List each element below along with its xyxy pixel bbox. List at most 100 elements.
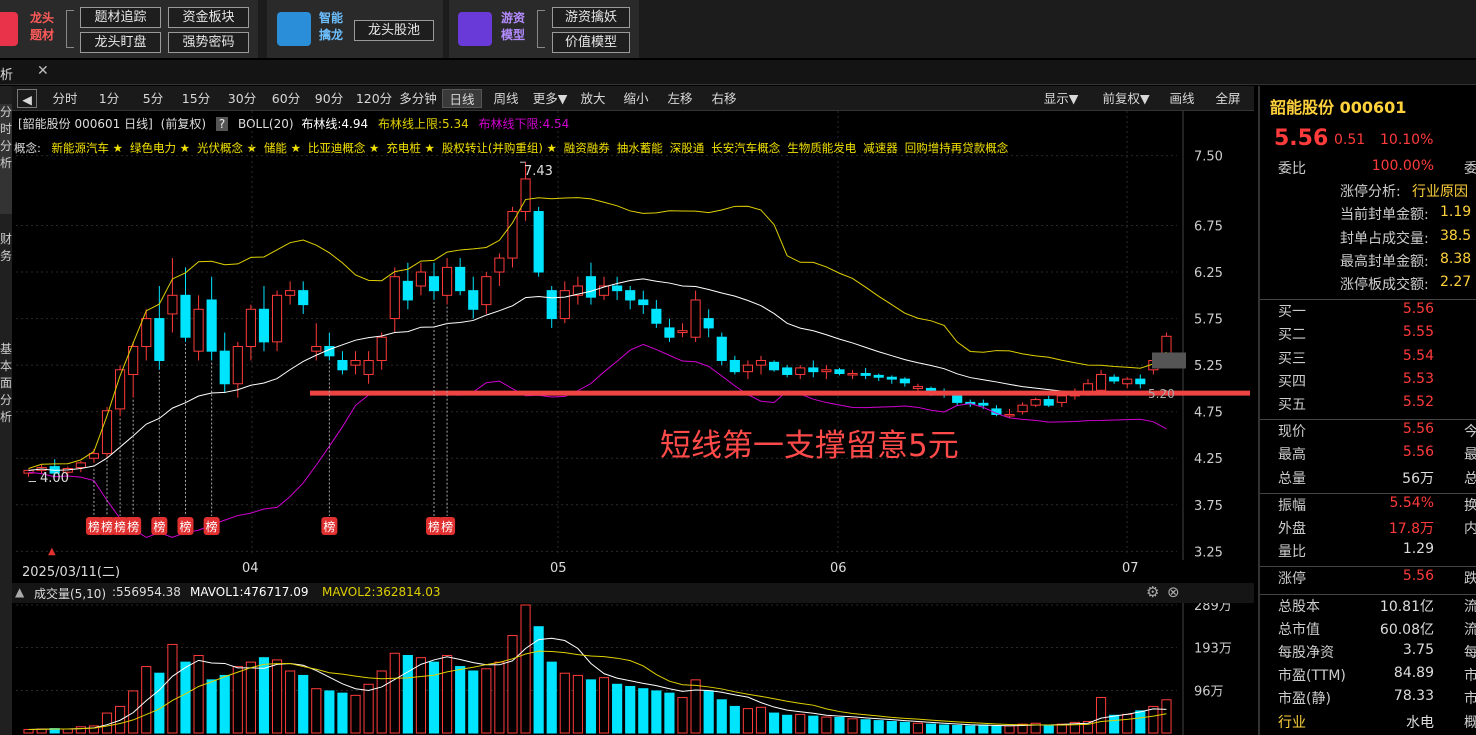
zoom-out-button[interactable]: 缩小 [619, 89, 653, 108]
volume-bar[interactable] [978, 724, 989, 734]
candle-body[interactable] [311, 346, 322, 352]
volume-bar[interactable] [468, 670, 479, 734]
volume-bar[interactable] [742, 708, 753, 734]
candle-body[interactable] [494, 257, 505, 273]
volume-bar[interactable] [507, 635, 518, 734]
volume-bar[interactable] [533, 626, 544, 734]
volume-bar[interactable] [141, 666, 152, 734]
theme-tracking-button[interactable]: 题材追踪 [80, 7, 161, 28]
fullscreen-button[interactable]: 全屏 [1210, 89, 1246, 108]
period-weekly[interactable]: 周线 [486, 89, 526, 108]
volume-bar[interactable] [952, 724, 963, 734]
volume-bar[interactable] [1109, 714, 1120, 734]
candle-body[interactable] [755, 359, 767, 366]
leader-watch-button[interactable]: 龙头盯盘 [80, 32, 161, 53]
volume-bar[interactable] [350, 694, 361, 734]
move-left-button[interactable]: 左移 [663, 89, 697, 108]
volume-bar[interactable] [873, 720, 884, 734]
candle-body[interactable] [219, 350, 230, 385]
candle-body[interactable] [1017, 404, 1028, 413]
candle-body[interactable] [912, 386, 924, 389]
volume-bar[interactable] [899, 721, 910, 734]
volume-menu-icon[interactable]: ▲ [15, 585, 24, 599]
candle-body[interactable] [1122, 378, 1133, 385]
volume-bar[interactable] [612, 683, 623, 734]
volume-bar[interactable] [821, 716, 832, 734]
candle-body[interactable] [468, 290, 479, 310]
candle-body[interactable] [782, 367, 793, 375]
period-5min[interactable]: 5分 [136, 89, 170, 108]
candle-body[interactable] [742, 364, 753, 373]
candle-body[interactable] [873, 374, 884, 378]
side-tab-fundamental[interactable]: 基本面分析 [0, 341, 12, 451]
gear-icon[interactable]: ⚙ [1146, 583, 1159, 601]
candle-body[interactable] [703, 318, 714, 329]
volume-bar[interactable] [219, 674, 230, 734]
period-more-dropdown[interactable]: 更多▼ [527, 89, 573, 108]
volume-bar[interactable] [389, 652, 400, 734]
volume-bar[interactable] [285, 670, 296, 734]
candle-body[interactable] [729, 359, 740, 373]
volume-bar[interactable] [703, 690, 714, 734]
candle-body[interactable] [821, 369, 832, 373]
candle-body[interactable] [376, 336, 387, 361]
volume-bar[interactable] [428, 661, 440, 734]
draw-line-button[interactable]: 画线 [1164, 89, 1200, 108]
move-right-button[interactable]: 右移 [707, 89, 741, 108]
value-model-button[interactable]: 价值模型 [552, 32, 630, 53]
volume-bar[interactable] [101, 712, 113, 734]
volume-bar[interactable] [886, 720, 897, 734]
volume-bar[interactable] [677, 697, 688, 734]
candle-body[interactable] [808, 367, 819, 373]
volume-bar[interactable] [1161, 699, 1172, 734]
volume-bar[interactable] [925, 723, 937, 734]
volume-bar[interactable] [520, 604, 531, 734]
candle-body[interactable] [834, 369, 845, 375]
candle-body[interactable] [271, 294, 283, 343]
volume-bar[interactable] [62, 728, 73, 734]
volume-bar[interactable] [559, 672, 570, 734]
volume-bar[interactable] [664, 692, 675, 734]
volume-bar[interactable] [206, 679, 217, 734]
volume-bar[interactable] [494, 661, 505, 734]
volume-bar[interactable] [755, 706, 767, 734]
candle-body[interactable] [625, 290, 636, 301]
volume-bar[interactable] [75, 726, 86, 734]
volume-bar[interactable] [154, 672, 165, 734]
period-90min[interactable]: 90分 [309, 89, 349, 108]
candle-body[interactable] [245, 308, 256, 348]
volume-bar[interactable] [847, 718, 858, 734]
volume-bar[interactable] [311, 688, 322, 734]
candle-body[interactable] [1043, 399, 1054, 406]
candle-body[interactable] [167, 294, 178, 315]
candle-body[interactable] [664, 327, 675, 338]
volume-bar[interactable] [598, 677, 610, 734]
period-60min[interactable]: 60分 [266, 89, 306, 108]
candle-body[interactable] [690, 299, 701, 338]
candle-body[interactable] [795, 367, 806, 375]
kline-chart[interactable]: 7.50 6.75 6.25 5.75 5.25 4.75 4.25 3.75 3.25 短线第一… [12, 111, 1254, 560]
candle-body[interactable] [180, 294, 191, 338]
candle-body[interactable] [298, 290, 309, 306]
period-multi-min[interactable]: 多分钟 [396, 89, 440, 108]
candle-body[interactable] [978, 402, 989, 406]
volume-bar[interactable] [690, 679, 701, 734]
candle-body[interactable] [1004, 413, 1015, 417]
candle-body[interactable] [481, 276, 492, 306]
volume-bar[interactable] [1043, 724, 1054, 734]
candle-body[interactable] [428, 276, 440, 292]
candle-body[interactable] [1135, 378, 1146, 385]
period-120min[interactable]: 120分 [352, 89, 396, 108]
volume-bar[interactable] [585, 679, 597, 734]
adjust-dropdown[interactable]: 前复权▼ [1096, 89, 1156, 108]
volume-bar[interactable] [402, 654, 413, 734]
candle-body[interactable] [389, 276, 400, 320]
volume-bar[interactable] [912, 722, 924, 734]
volume-bar[interactable] [442, 654, 453, 734]
candle-body[interactable] [952, 395, 963, 403]
candle-body[interactable] [1095, 373, 1107, 391]
candle-body[interactable] [350, 359, 361, 366]
candle-body[interactable] [768, 361, 780, 371]
volume-bar[interactable] [193, 654, 204, 734]
candle-body[interactable] [402, 280, 413, 301]
